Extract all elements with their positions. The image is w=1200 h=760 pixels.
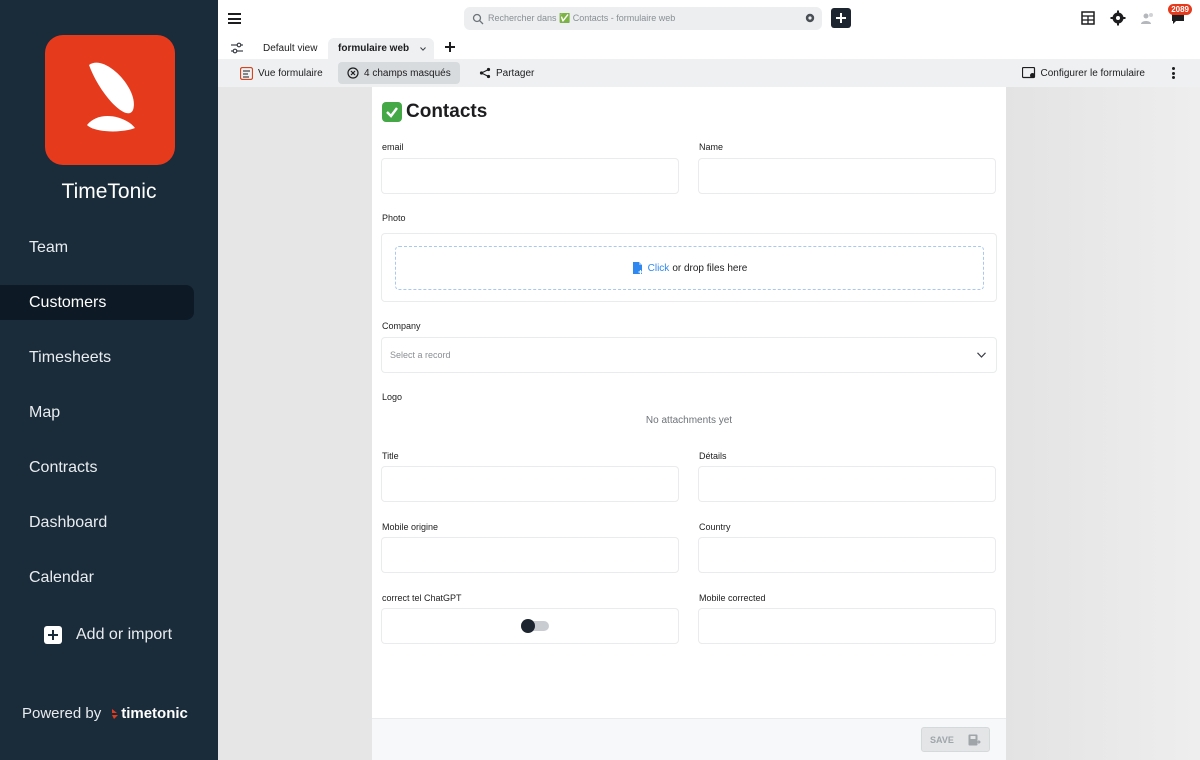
configure-form-label: Configurer le formulaire [1040,67,1146,79]
sidebar-item-timesheets[interactable]: Timesheets [0,340,218,375]
timetonic-logo[interactable]: timetonic [111,705,188,722]
hidden-fields-button[interactable]: 4 champs masqués [338,62,460,84]
sidebar: TimeTonic Team Customers Timesheets Map … [0,0,218,760]
country-field[interactable] [698,537,996,573]
toggle-knob [521,619,535,633]
hidden-fields-icon [347,67,359,79]
email-field[interactable] [381,158,679,194]
timetonic-mark-icon [112,708,119,719]
name-label: Name [699,142,724,152]
email-label: email [382,142,404,152]
company-label: Company [382,321,421,331]
chevron-down-icon [977,352,986,358]
title-label: Title [382,451,399,461]
vue-formulaire-label: Vue formulaire [258,67,323,79]
top-bar: Rechercher dans ✅ Contacts - formulaire … [218,0,1200,37]
search-icon [472,13,484,24]
logo-label: Logo [382,392,403,402]
save-button[interactable]: SAVE [921,727,990,752]
hidden-fields-label: 4 champs masqués [364,67,451,79]
sidebar-item-calendar[interactable]: Calendar [0,560,218,595]
form-title-text: Contacts [406,101,488,122]
add-view-button[interactable] [444,41,456,53]
no-attachments-text: No attachments yet [645,415,733,426]
file-upload-icon [632,262,643,274]
company-select[interactable]: Select a record [381,337,997,373]
notification-badge: 2089 [1168,4,1192,15]
details-label: Détails [699,451,727,461]
photo-field: Click or drop files here [381,233,997,302]
create-new-button[interactable] [831,8,851,28]
photo-label: Photo [382,213,406,223]
mobile-origin-field[interactable] [381,537,679,573]
title-field[interactable] [381,466,679,502]
search-input[interactable]: Rechercher dans ✅ Contacts - formulaire … [488,13,675,24]
share-button[interactable]: Partager [470,62,543,84]
vue-formulaire-button[interactable]: Vue formulaire [231,62,332,84]
correct-tel-field [381,608,679,644]
configure-form-icon [1021,67,1035,79]
name-field[interactable] [698,158,996,194]
details-field[interactable] [698,466,996,502]
view-tabs: Default view formulaire web [218,37,1200,59]
save-button-label: SAVE [930,734,954,745]
more-options-icon[interactable] [1172,67,1175,79]
plus-icon [44,626,62,644]
chevron-down-icon[interactable] [420,46,426,52]
sidebar-item-dashboard[interactable]: Dashboard [0,505,218,540]
contact-form: Contacts email Name Photo Click or drop … [372,87,1006,760]
hamburger-menu-icon[interactable] [228,13,241,24]
correct-tel-label: correct tel ChatGPT [382,593,462,603]
company-select-placeholder: Select a record [390,350,451,360]
users-icon[interactable] [1140,10,1156,26]
search-bar[interactable]: Rechercher dans ✅ Contacts - formulaire … [464,7,822,30]
brand-name: TimeTonic [61,180,157,203]
tab-formulaire-web[interactable]: formulaire web [328,38,434,59]
share-icon [479,67,491,79]
mobile-corrected-label: Mobile corrected [699,593,766,603]
share-label: Partager [496,67,535,79]
save-icon [968,734,981,745]
mobile-corrected-field[interactable] [698,608,996,644]
search-settings-icon[interactable] [804,12,816,24]
timetonic-logo-text: timetonic [121,705,188,722]
canvas-right-margin [1006,87,1200,760]
configure-form-button[interactable]: Configurer le formulaire [1013,62,1155,84]
sidebar-item-team[interactable]: Team [0,230,218,265]
mobile-origin-label: Mobile origine [382,522,439,532]
tab-formulaire-web-label: formulaire web [338,43,410,54]
canvas-left-margin [218,87,372,760]
dropzone-click-link[interactable]: Click [648,263,670,274]
form-toolbar: Vue formulaire 4 champs masqués Partager… [218,59,1200,87]
table-view-icon[interactable] [1080,10,1096,26]
sidebar-item-contracts[interactable]: Contracts [0,450,218,485]
country-label: Country [699,522,731,532]
powered-by-label: Powered by [22,705,102,722]
sidebar-item-customers[interactable]: Customers [0,285,194,320]
sidebar-item-map[interactable]: Map [0,395,218,430]
tab-default-view[interactable]: Default view [253,38,327,59]
form-view-icon [240,66,253,80]
powered-by: Powered by timetonic [22,705,188,722]
dropzone-text: or drop files here [672,262,748,274]
photo-dropzone[interactable]: Click or drop files here [395,246,984,290]
app-logo [45,35,175,165]
add-or-import-button[interactable]: Add or import [44,624,172,646]
form-footer: SAVE [372,718,1006,760]
check-mark-icon [382,102,402,122]
filter-settings-icon[interactable] [230,41,244,55]
gear-icon[interactable] [1110,10,1126,26]
notifications-button[interactable]: 2089 [1168,4,1192,26]
form-title: Contacts [382,101,487,123]
top-right-actions: 2089 [1080,4,1192,26]
sidebar-nav: Team Customers Timesheets Map Contracts … [0,230,218,615]
add-or-import-label: Add or import [76,626,173,643]
correct-tel-toggle[interactable] [521,619,549,633]
